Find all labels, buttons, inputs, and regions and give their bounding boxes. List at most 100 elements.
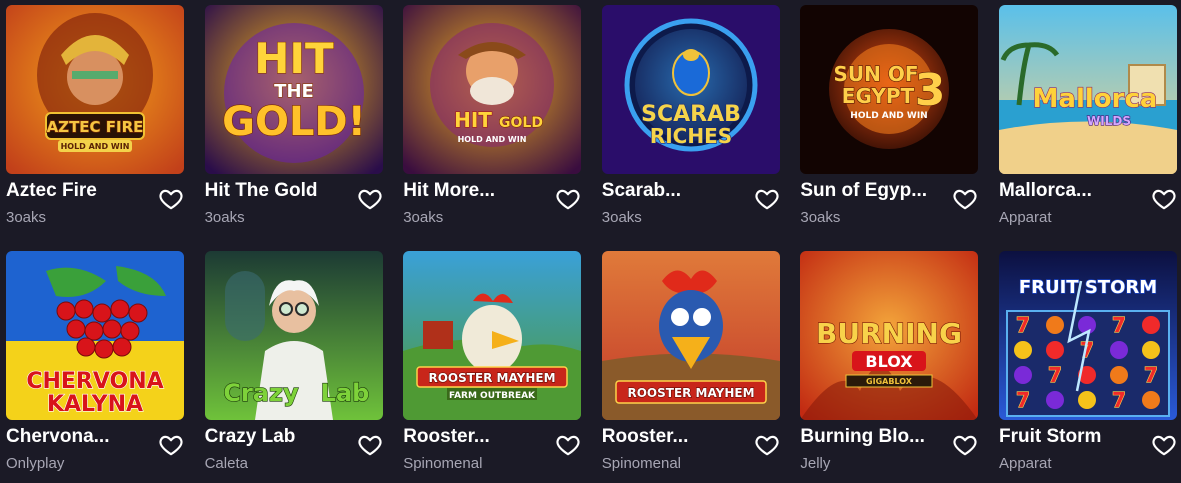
favorite-heart-icon[interactable] [357, 186, 383, 212]
game-thumbnail[interactable]: ROOSTER MAYHEM FARM OUTBREAK [403, 251, 582, 420]
logo-text: SUN OF [834, 62, 919, 86]
logo-text: Lab [320, 379, 369, 407]
game-art: ROOSTER MAYHEM [601, 251, 780, 420]
favorite-heart-icon[interactable] [357, 432, 383, 458]
favorite-heart-icon[interactable] [952, 186, 978, 212]
favorite-heart-icon[interactable] [754, 186, 780, 212]
logo-text: FRUIT STORM [1019, 277, 1157, 298]
logo-text: 7 [1048, 363, 1062, 387]
logo-text: HOLD AND WIN [851, 111, 928, 121]
game-thumbnail[interactable]: SUN OF EGYPT 3 HOLD AND WIN [800, 5, 979, 174]
game-art: AZTEC FIRE HOLD AND WIN [6, 5, 184, 174]
game-title[interactable]: Crazy Lab [205, 426, 296, 448]
logo-text: GIGABLOX [866, 377, 913, 386]
game-title[interactable]: Chervona... [6, 426, 109, 448]
logo-text: KALYNA [47, 392, 143, 417]
game-thumbnail[interactable]: ROOSTER MAYHEM [601, 251, 780, 420]
game-art: SUN OFEGYPT 3HOLD AND WIN [800, 5, 979, 174]
game-art: 7777777FRUIT STORM [998, 251, 1177, 420]
logo-text: ROOSTER MAYHEM [429, 371, 556, 385]
game-art: BURNING BLOX GIGABLOX [800, 251, 979, 420]
logo-text: 3 [915, 65, 946, 116]
game-provider: 3oaks [800, 209, 841, 226]
logo-text: 7 [1016, 313, 1030, 337]
game-provider: 3oaks [204, 209, 245, 226]
game-title[interactable]: Rooster... [602, 426, 689, 448]
logo-text: ROOSTER MAYHEM [627, 386, 754, 400]
game-art: HIT GOLD HOLD AND WIN [403, 5, 582, 174]
favorite-heart-icon[interactable] [1151, 186, 1177, 212]
game-provider: 3oaks [6, 209, 47, 226]
game-provider: Apparat [998, 455, 1052, 472]
game-art: SCARABRICHES [601, 5, 780, 174]
game-provider: 3oaks [403, 209, 444, 226]
logo-text: BLOX [866, 352, 914, 371]
game-provider: Spinomenal [403, 455, 483, 472]
game-title[interactable]: Rooster... [403, 426, 490, 448]
game-thumbnail[interactable]: SCARAB RICHES [601, 5, 780, 174]
favorite-heart-icon[interactable] [555, 432, 581, 458]
game-thumbnail[interactable]: CHERVONA KALYNA [6, 251, 184, 420]
game-card[interactable]: CHERVONA KALYNA Chervona... Onlyplay [6, 251, 184, 481]
game-thumbnail[interactable]: AZTEC FIRE HOLD AND WIN [6, 5, 184, 174]
game-art: HITTHEGOLD! [204, 5, 383, 174]
logo-text: Mallorca [1033, 84, 1158, 114]
logo-text: GOLD [499, 115, 543, 131]
game-thumbnail[interactable]: 7 7 7 7 7 7 7 FRUIT STORM [998, 251, 1177, 420]
logo-text: HOLD AND WIN [458, 135, 527, 144]
game-card[interactable]: Crazy Lab Crazy Lab Caleta [204, 251, 383, 481]
game-provider: Spinomenal [601, 455, 681, 472]
game-thumbnail[interactable]: BURNING BLOX GIGABLOX [800, 251, 979, 420]
game-thumbnail[interactable]: HIT THE GOLD! [204, 5, 383, 174]
game-thumbnail[interactable]: Mallorca WILDS [998, 5, 1177, 174]
logo-text: BURNING [816, 317, 962, 350]
game-title[interactable]: Hit More... [403, 180, 495, 202]
game-provider: 3oaks [601, 209, 642, 226]
game-title[interactable]: Hit The Gold [205, 180, 318, 202]
game-title[interactable]: Aztec Fire [6, 180, 97, 202]
favorite-heart-icon[interactable] [952, 432, 978, 458]
logo-text: HOLD AND WIN [61, 142, 130, 151]
game-card[interactable]: SCARAB RICHES Scarab... 3oaks [601, 5, 780, 235]
logo-text: EGYPT [842, 84, 915, 108]
game-title[interactable]: Sun of Egyp... [800, 180, 927, 202]
logo-text: CHERVONA [26, 369, 163, 394]
logo-text: RICHES [650, 124, 732, 148]
game-title[interactable]: Mallorca... [999, 180, 1092, 202]
game-art: CHERVONAKALYNA [6, 251, 184, 420]
game-art: Crazy Lab [204, 251, 383, 420]
logo-text: GOLD! [222, 99, 366, 145]
logo-text: HIT [254, 34, 334, 83]
game-provider: Caleta [204, 455, 248, 472]
favorite-heart-icon[interactable] [555, 186, 581, 212]
game-title[interactable]: Fruit Storm [999, 426, 1101, 448]
logo-text: 7 [1112, 388, 1126, 412]
logo-text: 7 [1112, 313, 1126, 337]
game-card[interactable]: HIT GOLD HOLD AND WIN Hit More... 3oaks [403, 5, 582, 235]
favorite-heart-icon[interactable] [158, 432, 184, 458]
game-card[interactable]: ROOSTER MAYHEM Rooster... Spinomenal [601, 251, 780, 481]
game-art: ROOSTER MAYHEM FARM OUTBREAK [403, 251, 582, 420]
game-card[interactable]: ROOSTER MAYHEM FARM OUTBREAK Rooster... Spi… [403, 251, 582, 481]
logo-text: 7 [1016, 388, 1030, 412]
game-grid: AZTEC FIRE HOLD AND WIN Aztec Fire 3oaks HI… [6, 5, 1177, 481]
game-card[interactable]: AZTEC FIRE HOLD AND WIN Aztec Fire 3oaks [6, 5, 184, 235]
game-title[interactable]: Scarab... [602, 180, 681, 202]
game-card[interactable]: BURNING BLOX GIGABLOX Burning Blo... Jelly [800, 251, 979, 481]
favorite-heart-icon[interactable] [158, 186, 184, 212]
game-thumbnail[interactable]: HIT GOLD HOLD AND WIN [403, 5, 582, 174]
favorite-heart-icon[interactable] [1151, 432, 1177, 458]
logo-text: WILDS [1087, 114, 1131, 128]
game-thumbnail[interactable]: Crazy Lab [204, 251, 383, 420]
game-provider: Jelly [800, 455, 831, 472]
game-card[interactable]: 7 7 7 7 7 7 7 FRUIT STORM Fruit Storm Apparat [998, 251, 1177, 481]
logo-text: HIT [454, 108, 492, 132]
game-card[interactable]: SUN OF EGYPT 3 HOLD AND WIN Sun of Egyp... 3o… [800, 5, 979, 235]
game-provider: Apparat [998, 209, 1052, 226]
logo-text: AZTEC FIRE [47, 118, 144, 136]
favorite-heart-icon[interactable] [754, 432, 780, 458]
game-card[interactable]: HIT THE GOLD! Hit The Gold 3oaks [204, 5, 383, 235]
game-card[interactable]: Mallorca WILDS Mallorca... Apparat [998, 5, 1177, 235]
game-title[interactable]: Burning Blo... [800, 426, 925, 448]
logo-text: FARM OUTBREAK [449, 391, 536, 401]
